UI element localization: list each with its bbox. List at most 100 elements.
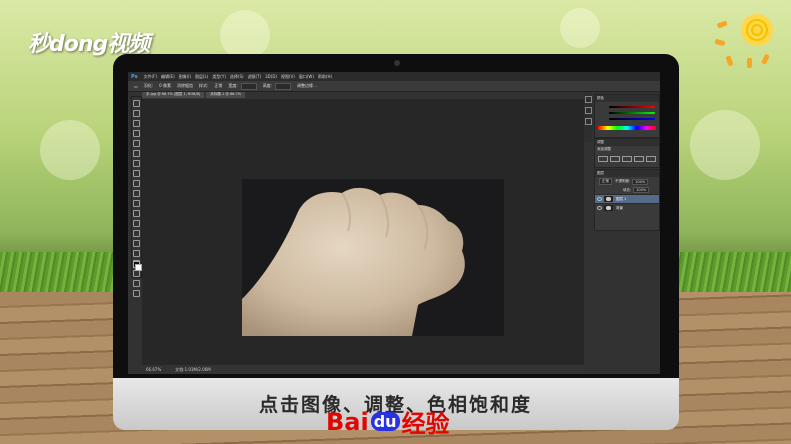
menu-select[interactable]: 选择(S) (230, 74, 244, 80)
adjustments-panel-title[interactable]: 调整 (595, 139, 659, 146)
quick-select-tool-icon[interactable] (133, 130, 140, 137)
layers-panel-title[interactable]: 图层 (595, 170, 659, 177)
fill-label: 填充: (623, 187, 632, 192)
blur-tool-icon[interactable] (133, 220, 140, 227)
layer-thumbnail (604, 205, 613, 211)
marquee-tool-icon[interactable] (133, 110, 140, 117)
move-tool-icon[interactable] (133, 100, 140, 107)
vibrance-icon[interactable] (646, 156, 656, 162)
bokeh-light (40, 120, 100, 180)
menu-help[interactable]: 帮助(H) (318, 74, 332, 80)
document-tab-active[interactable]: 手.jpg @ 66.7% (图层 1, RGB/8) (142, 92, 205, 98)
healing-brush-tool-icon[interactable] (133, 160, 140, 167)
layers-panel: 图层 正常 不透明度: 100% 填充: 100% 图层 1 背景 (594, 169, 660, 231)
eyedropper-tool-icon[interactable] (133, 150, 140, 157)
webcam (394, 60, 400, 66)
marquee-tool-icon[interactable]: ▭ (134, 84, 138, 89)
history-panel-icon[interactable] (584, 96, 592, 103)
height-input[interactable] (275, 82, 292, 90)
adjustment-icons (595, 153, 659, 165)
zoom-level[interactable]: 66.67% (146, 367, 161, 372)
fill-input[interactable]: 100% (633, 187, 650, 193)
baidu-logo-part: Bai (326, 407, 369, 436)
shape-tool-icon[interactable] (133, 270, 140, 277)
visibility-eye-icon[interactable] (597, 206, 602, 210)
photoshop-window: Ps 文件(F) 编辑(E) 图像(I) 图层(L) 类型(Y) 选择(S) 滤… (128, 72, 660, 374)
layer-name: 背景 (616, 205, 623, 210)
style-select[interactable]: 正常 (214, 83, 222, 89)
refine-edge-button[interactable]: 调整边缘... (297, 83, 317, 89)
adjustments-panel: 调整 添加调整 (594, 138, 660, 168)
bokeh-light (690, 110, 760, 180)
blue-slider[interactable] (609, 118, 655, 120)
fist-image (242, 187, 465, 336)
photoshop-app-icon[interactable]: Ps (131, 74, 138, 80)
options-bar: ▭ 羽化: 0 像素 消除锯齿 样式: 正常 宽度: 高度: 调整边缘... (128, 81, 660, 92)
color-panel-title[interactable]: 颜色 (595, 95, 659, 102)
height-label: 高度: (262, 83, 273, 88)
blend-opacity-row: 正常 不透明度: 100% (595, 177, 659, 186)
menu-layer[interactable]: 图层(L) (195, 74, 208, 80)
menu-file[interactable]: 文件(F) (144, 74, 157, 80)
levels-icon[interactable] (610, 156, 620, 162)
panel-empty-area (594, 232, 658, 372)
adjustments-subtitle: 添加调整 (597, 147, 611, 151)
document-size: 文档:1.03M/2.06M (175, 366, 211, 372)
bokeh-light (560, 8, 600, 48)
curves-icon[interactable] (622, 156, 632, 162)
properties-panel-icon[interactable] (584, 107, 592, 114)
width-label: 宽度: (228, 83, 238, 88)
document-tab[interactable]: 未标题-1 @ 66.7% (206, 92, 246, 98)
pen-tool-icon[interactable] (133, 240, 140, 247)
gradient-tool-icon[interactable] (133, 210, 140, 217)
status-bar: 66.67% 文档:1.03M/2.06M (142, 365, 584, 374)
layer-name: 图层 1 (616, 196, 627, 201)
menu-3d[interactable]: 3D(D) (265, 74, 277, 79)
color-panel: 颜色 (594, 94, 660, 138)
width-input[interactable] (240, 82, 257, 90)
green-slider[interactable] (609, 112, 655, 114)
crop-tool-icon[interactable] (133, 140, 140, 147)
menu-edit[interactable]: 编辑(E) (161, 74, 175, 80)
type-tool-icon[interactable] (133, 250, 140, 257)
color-spectrum[interactable] (598, 126, 656, 130)
lasso-tool-icon[interactable] (133, 120, 140, 127)
baidu-jingyan-logo: Bai du 经验 (326, 404, 450, 439)
brightness-contrast-icon[interactable] (598, 156, 608, 162)
red-slider[interactable] (609, 106, 655, 108)
menu-type[interactable]: 类型(Y) (212, 74, 226, 80)
document-canvas[interactable] (142, 99, 584, 365)
background-color-swatch[interactable] (135, 264, 142, 271)
layer-row[interactable]: 图层 1 (595, 194, 659, 203)
exposure-icon[interactable] (634, 156, 644, 162)
style-label: 样式: (198, 83, 209, 88)
bokeh-light (220, 10, 270, 60)
blend-mode-select[interactable]: 正常 (599, 178, 612, 185)
jingyan-text: 经验 (401, 410, 450, 438)
brush-tool-icon[interactable] (133, 170, 140, 177)
menu-bar: Ps 文件(F) 编辑(E) 图像(I) 图层(L) 类型(Y) 选择(S) 滤… (128, 72, 660, 81)
menu-image[interactable]: 图像(I) (179, 74, 191, 80)
hand-tool-icon[interactable] (133, 280, 140, 287)
antialias-checkbox[interactable]: 消除锯齿 (177, 83, 193, 89)
opacity-label: 不透明度: (615, 179, 631, 183)
feather-input[interactable]: 0 像素 (159, 83, 171, 89)
eraser-tool-icon[interactable] (133, 200, 140, 207)
menu-view[interactable]: 视图(V) (281, 74, 295, 80)
menu-filter[interactable]: 滤镜(T) (248, 74, 262, 80)
opacity-input[interactable]: 100% (632, 178, 649, 185)
menu-window[interactable]: 窗口(W) (299, 74, 314, 80)
history-brush-tool-icon[interactable] (133, 190, 140, 197)
dodge-tool-icon[interactable] (133, 230, 140, 237)
clone-stamp-tool-icon[interactable] (133, 180, 140, 187)
baidu-paw-badge: du (370, 412, 400, 431)
feather-label: 羽化: (143, 83, 154, 88)
document-tabs: 手.jpg @ 66.7% (图层 1, RGB/8) 未标题-1 @ 66.7… (142, 92, 247, 98)
visibility-eye-icon[interactable] (597, 197, 602, 201)
layer-thumbnail (604, 196, 613, 202)
hand-photo (242, 179, 504, 336)
layer-row[interactable]: 背景 (595, 203, 659, 212)
sun-icon (714, 14, 773, 68)
zoom-tool-icon[interactable] (133, 290, 140, 297)
brush-panel-icon[interactable] (584, 118, 592, 125)
